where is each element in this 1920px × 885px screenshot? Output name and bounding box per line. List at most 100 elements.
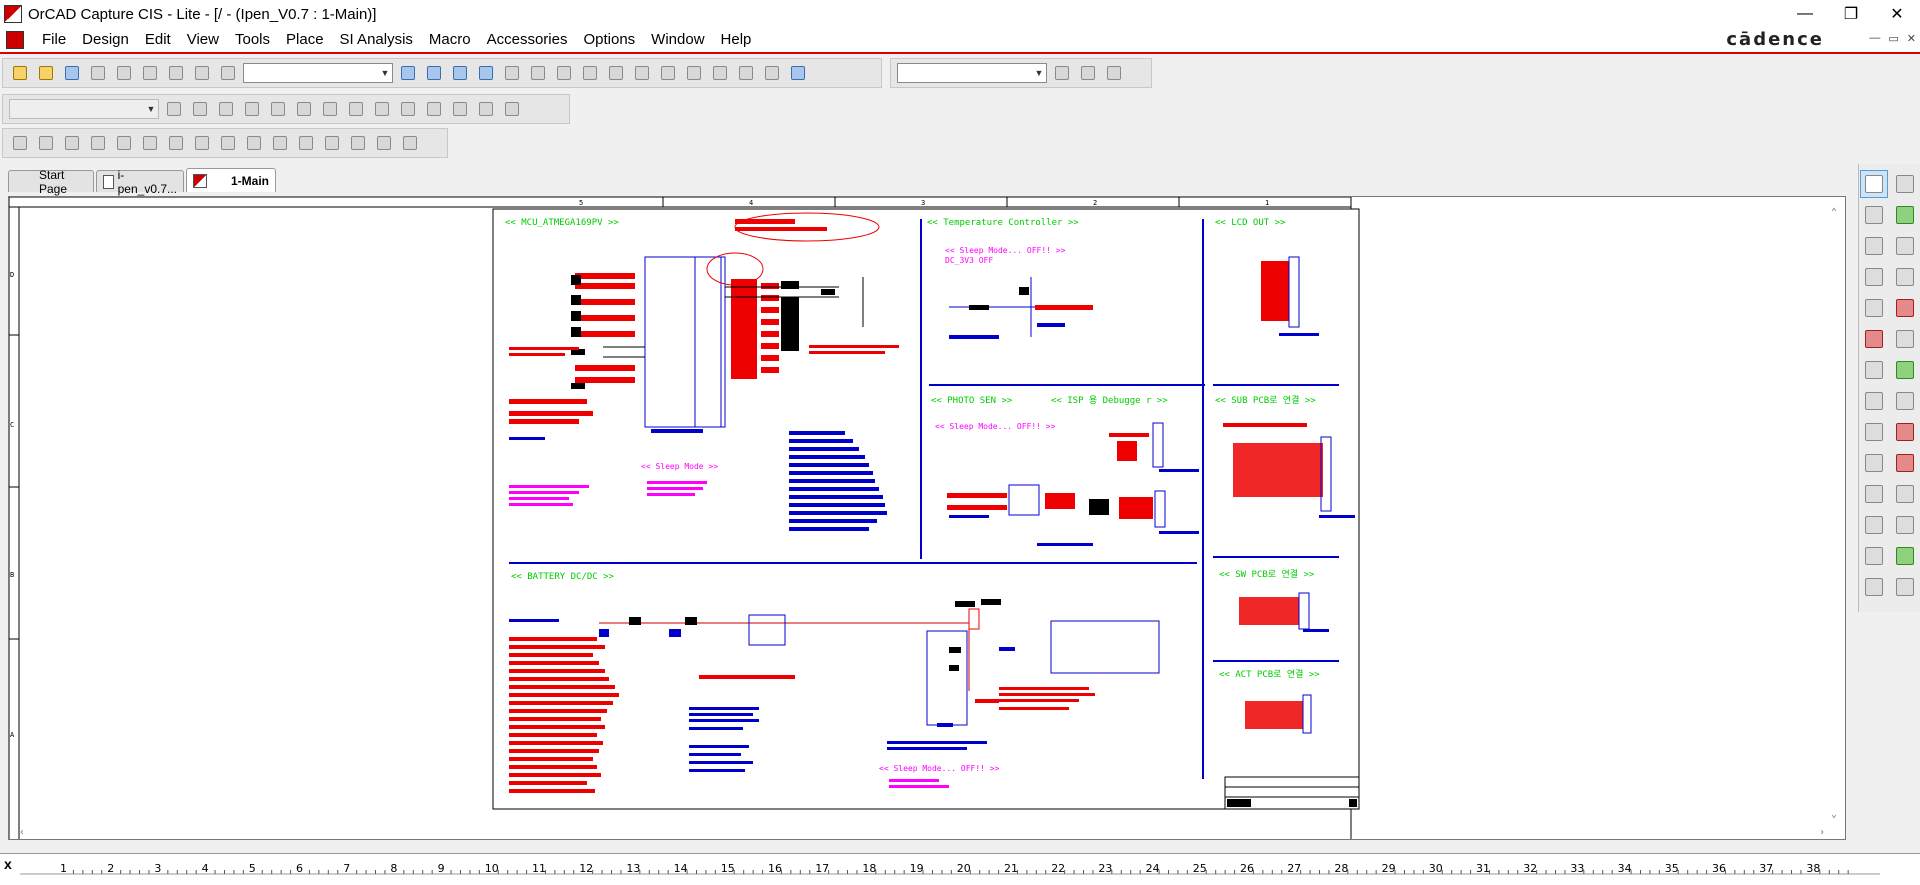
place-polyline-icon[interactable]	[1891, 449, 1919, 477]
menu-tools[interactable]: Tools	[227, 28, 278, 52]
minimize-button[interactable]: —	[1782, 0, 1828, 28]
cis-component-icon[interactable]	[139, 132, 161, 154]
cis-copy-icon[interactable]	[243, 132, 265, 154]
project-manager-icon[interactable]	[761, 62, 783, 84]
menu-file[interactable]: File	[34, 28, 74, 52]
cis-variant-icon[interactable]	[165, 132, 187, 154]
new-profile-icon[interactable]	[163, 98, 185, 120]
mdi-restore-button[interactable]: ▭	[1888, 32, 1898, 45]
mdi-minimize-button[interactable]: —	[1869, 32, 1880, 45]
redo-icon[interactable]	[217, 62, 239, 84]
cis-table-icon[interactable]	[399, 132, 421, 154]
search-back-icon[interactable]	[1077, 62, 1099, 84]
place-bezier-icon[interactable]	[1891, 511, 1919, 539]
undo-icon[interactable]	[191, 62, 213, 84]
help-icon[interactable]	[787, 62, 809, 84]
print-icon[interactable]	[87, 62, 109, 84]
bom-icon[interactable]	[657, 62, 679, 84]
current-marker-icon[interactable]	[319, 98, 341, 120]
drag-connected-icon[interactable]	[735, 62, 757, 84]
voltage-marker-icon[interactable]	[267, 98, 289, 120]
cut-icon[interactable]	[113, 62, 135, 84]
place-junction-icon[interactable]	[1891, 294, 1919, 322]
place-off-page-icon[interactable]	[1860, 418, 1888, 446]
binoculars-icon[interactable]	[1051, 62, 1073, 84]
cis-filter-icon[interactable]	[269, 132, 291, 154]
place-bus-entry-icon[interactable]	[1860, 325, 1888, 353]
menu-macro[interactable]: Macro	[421, 28, 479, 52]
cis-properties-icon[interactable]	[347, 132, 369, 154]
area-select-icon[interactable]	[709, 62, 731, 84]
netlist-icon[interactable]	[605, 62, 627, 84]
eye-icon[interactable]	[501, 62, 523, 84]
cis-cart-icon[interactable]	[217, 132, 239, 154]
cis-tree-icon[interactable]	[35, 132, 57, 154]
bias-i-icon[interactable]	[423, 98, 445, 120]
place-wire-icon[interactable]	[1860, 201, 1888, 229]
place-pin-icon[interactable]	[1891, 387, 1919, 415]
cis-part-icon[interactable]	[87, 132, 109, 154]
place-line-icon[interactable]	[1860, 449, 1888, 477]
auto-wire-bus-icon[interactable]	[1860, 263, 1888, 291]
power-marker-icon[interactable]	[345, 98, 367, 120]
cis-link-icon[interactable]	[61, 132, 83, 154]
back-annotate-icon[interactable]	[553, 62, 575, 84]
scroll-up-icon[interactable]: ⌃	[1831, 207, 1837, 218]
close-button[interactable]: ✕	[1874, 0, 1920, 28]
new-file-icon[interactable]	[9, 62, 31, 84]
cis-refresh-icon[interactable]	[295, 132, 317, 154]
cross-reference-icon[interactable]	[631, 62, 653, 84]
search-forward-icon[interactable]	[1103, 62, 1125, 84]
document-icon[interactable]	[6, 31, 24, 49]
menu-help[interactable]: Help	[713, 28, 760, 52]
snap-grid-icon[interactable]	[683, 62, 705, 84]
zoom-area-icon[interactable]	[449, 62, 471, 84]
place-hierarchical-block-icon[interactable]	[1891, 356, 1919, 384]
place-part-icon[interactable]	[1891, 170, 1919, 198]
view-results-icon[interactable]	[241, 98, 263, 120]
cis-export-icon[interactable]	[191, 132, 213, 154]
menu-edit[interactable]: Edit	[137, 28, 179, 52]
schematic-canvas[interactable]: 5 4 3 2 1 D C B A << MCU_ATMEGA169PV >> …	[8, 196, 1846, 840]
place-no-connect-icon[interactable]	[1891, 418, 1919, 446]
place-port-icon[interactable]	[1860, 387, 1888, 415]
cis-explorer-icon[interactable]	[9, 132, 31, 154]
place-net-group-icon[interactable]	[1891, 201, 1919, 229]
auto-connect-icon[interactable]	[1891, 232, 1919, 260]
scroll-left-icon[interactable]: ‹	[19, 827, 25, 838]
run-icon[interactable]	[215, 98, 237, 120]
tab-1-main[interactable]: 1-Main	[186, 168, 276, 192]
cis-send-icon[interactable]	[373, 132, 395, 154]
diff-marker-icon[interactable]	[293, 98, 315, 120]
zoom-out-icon[interactable]	[423, 62, 445, 84]
place-rectangle-icon[interactable]	[1860, 480, 1888, 508]
cis-edit-icon[interactable]	[321, 132, 343, 154]
scroll-right-icon[interactable]: ›	[1819, 827, 1825, 838]
edit-profile-icon[interactable]	[189, 98, 211, 120]
menu-si-analysis[interactable]: SI Analysis	[332, 28, 421, 52]
menu-design[interactable]: Design	[74, 28, 137, 52]
auto-wire-icon[interactable]	[1860, 232, 1888, 260]
tab-project[interactable]: i-pen_v0.7...	[96, 168, 184, 196]
place-ground-icon[interactable]	[1860, 356, 1888, 384]
open-file-icon[interactable]	[35, 62, 57, 84]
menu-window[interactable]: Window	[643, 28, 712, 52]
place-arc-icon[interactable]	[1860, 511, 1888, 539]
place-power-icon[interactable]	[1891, 325, 1919, 353]
place-text-add-icon[interactable]	[1891, 542, 1919, 570]
place-ieee-symbol-icon[interactable]	[1860, 573, 1888, 601]
place-net-alias-icon[interactable]	[1891, 263, 1919, 291]
tab-start-page[interactable]: Start Page	[8, 168, 94, 196]
copy-icon[interactable]	[139, 62, 161, 84]
place-ellipse-icon[interactable]	[1891, 480, 1919, 508]
part-combo[interactable]: ▼	[243, 63, 393, 83]
search-combo[interactable]: ▼	[897, 63, 1047, 83]
select-tool-icon[interactable]	[1860, 170, 1888, 198]
place-picture-icon[interactable]	[1891, 573, 1919, 601]
menu-place[interactable]: Place	[278, 28, 332, 52]
maximize-button[interactable]: ❐	[1828, 0, 1874, 28]
bias-i-toggle-icon[interactable]	[449, 98, 471, 120]
menu-view[interactable]: View	[179, 28, 227, 52]
zoom-all-icon[interactable]	[475, 62, 497, 84]
schematic-drawing[interactable]: 5 4 3 2 1 D C B A << MCU_ATMEGA169PV >> …	[9, 197, 1846, 840]
